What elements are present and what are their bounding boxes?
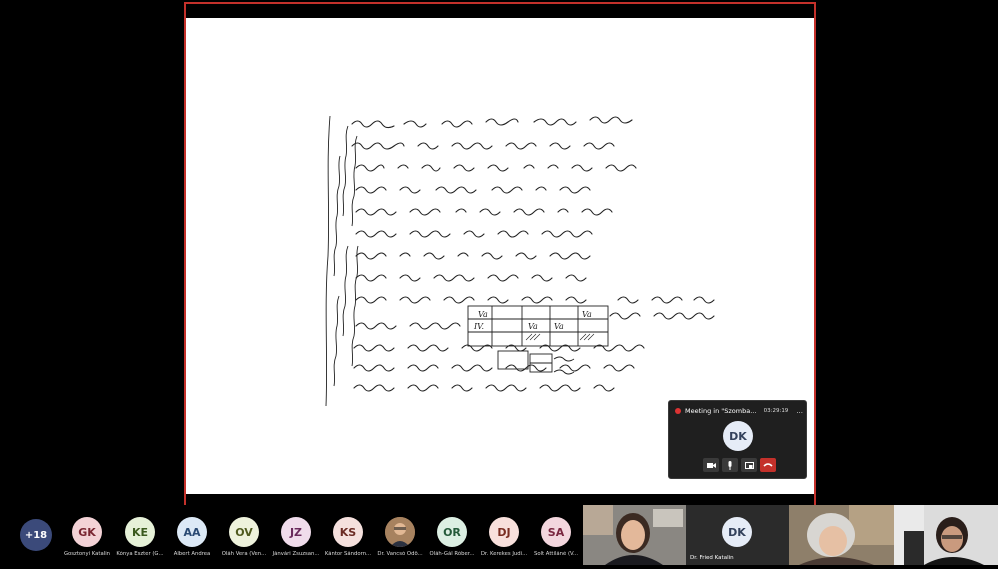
- share-screen-button[interactable]: [741, 458, 757, 472]
- meeting-timer: 03:29:19: [763, 408, 789, 414]
- svg-text:Va: Va: [478, 310, 488, 319]
- video-tile-woman[interactable]: [583, 505, 686, 565]
- mic-button[interactable]: [722, 458, 738, 472]
- participant-tile[interactable]: Dr. Vancsó Ödö...: [373, 517, 427, 557]
- avatar: SA: [541, 517, 571, 547]
- svg-text:Va: Va: [528, 322, 538, 331]
- participant-name: Albert Andrea: [173, 551, 211, 557]
- participant-name: Gosztonyi Katalin: [63, 551, 111, 557]
- meeting-mini-window[interactable]: Meeting in "Szomba... 03:29:19 ... DK: [668, 400, 807, 479]
- participant-name: Oláh-Gál Róber...: [429, 551, 475, 557]
- participant-name: Dr. Fried Katalin: [690, 555, 734, 561]
- avatar: OV: [229, 517, 259, 547]
- microphone-icon: [728, 460, 732, 470]
- main-stage: Va IV. Va Va Va: [0, 0, 998, 512]
- participant-tile[interactable]: OV Oláh Vera (Ven...: [217, 517, 271, 557]
- avatar: KS: [333, 517, 363, 547]
- avatar: DK: [723, 421, 753, 451]
- camera-icon: [706, 462, 716, 468]
- participant-name: Oláh Vera (Ven...: [221, 551, 267, 557]
- participant-tile[interactable]: DJ Dr. Kerekes Judi...: [477, 517, 531, 557]
- handwritten-document-image: Va IV. Va Va Va: [318, 106, 742, 407]
- more-participants-button[interactable]: +18: [20, 519, 52, 551]
- participant-tile[interactable]: SA Solt Attiláné (V...: [529, 517, 583, 557]
- participant-video-icon: [789, 505, 894, 565]
- video-tile-elderly[interactable]: [789, 505, 894, 565]
- video-tile-glasses[interactable]: [894, 505, 998, 565]
- participant-tile[interactable]: GK Gosztonyi Katalin: [60, 517, 114, 557]
- camera-button[interactable]: [703, 458, 719, 472]
- participant-tile[interactable]: KS Kántor Sándorn...: [321, 517, 375, 557]
- video-tile-fried[interactable]: DK Dr. Fried Katalin: [686, 505, 789, 565]
- mini-controls: [703, 458, 776, 472]
- participant-tile[interactable]: KE Kónya Eszter (G...: [113, 517, 167, 557]
- avatar: AA: [177, 517, 207, 547]
- svg-text:IV.: IV.: [473, 322, 484, 331]
- participant-video-icon: [894, 505, 998, 565]
- participant-name: Dr. Vancsó Ödö...: [377, 551, 423, 557]
- participant-tile[interactable]: OR Oláh-Gál Róber...: [425, 517, 479, 557]
- avatar: JZ: [281, 517, 311, 547]
- participant-tile[interactable]: AA Albert Andrea: [165, 517, 219, 557]
- participant-video-icon: [583, 505, 686, 565]
- avatar: DJ: [489, 517, 519, 547]
- svg-text:Va: Va: [582, 310, 592, 319]
- participant-tile[interactable]: JZ Jánvári Zsuzsan...: [269, 517, 323, 557]
- share-screen-icon: [744, 461, 754, 469]
- participant-name: Kónya Eszter (G...: [116, 551, 164, 557]
- participant-name: Kántor Sándorn...: [324, 551, 372, 557]
- participant-name: Jánvári Zsuzsan...: [272, 551, 320, 557]
- avatar-photo: [385, 517, 415, 547]
- participant-name: Dr. Kerekes Judi...: [480, 551, 528, 557]
- svg-text:Va: Va: [554, 322, 564, 331]
- person-photo-icon: [385, 517, 415, 547]
- hang-up-icon: [763, 463, 773, 467]
- participant-name: Solt Attiláné (V...: [533, 551, 579, 557]
- mini-window-header: Meeting in "Szomba... 03:29:19 ...: [675, 405, 803, 417]
- meeting-title: Meeting in "Szomba...: [685, 407, 757, 415]
- avatar: KE: [125, 517, 155, 547]
- recording-indicator-icon: [675, 408, 681, 414]
- avatar: OR: [437, 517, 467, 547]
- hang-up-button[interactable]: [760, 458, 776, 472]
- more-options-icon[interactable]: ...: [796, 407, 803, 415]
- avatar: GK: [72, 517, 102, 547]
- avatar: DK: [722, 517, 752, 547]
